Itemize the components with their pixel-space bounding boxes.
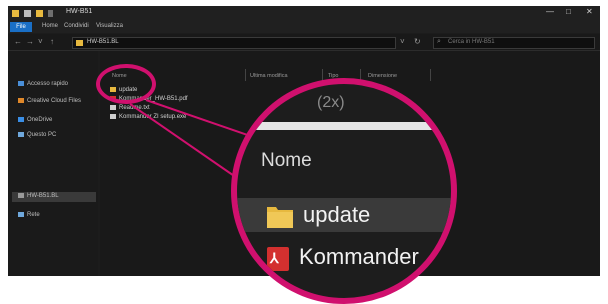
callout-line-top — [145, 99, 263, 141]
pdf-icon: ⅄ — [267, 247, 289, 271]
callout-line-bottom — [129, 103, 241, 181]
zoom-column-header: Nome — [261, 150, 312, 171]
folder-icon — [267, 207, 293, 228]
zoom-file-name: Kommander — [299, 244, 419, 269]
zoom-divider — [237, 122, 451, 130]
pdf-icon-glyph: ⅄ — [270, 250, 279, 266]
magnifier-callout: (2x) Nome update ⅄ Kommander — [231, 78, 457, 304]
zoom-file-name: update — [303, 202, 371, 227]
zoom-top-text: (2x) — [317, 94, 345, 111]
